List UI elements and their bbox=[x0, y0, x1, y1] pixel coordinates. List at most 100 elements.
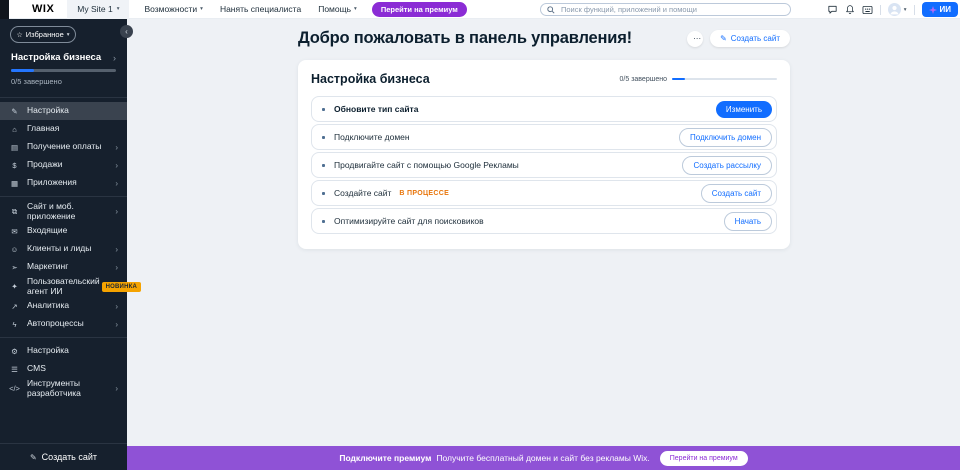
business-setup-summary[interactable]: Настройка бизнеса › 0/5 завершено bbox=[0, 50, 127, 93]
page-header: Добро пожаловать в панель управления! ⋯ … bbox=[298, 29, 790, 48]
sidebar-item-label: Сайт и моб. приложение bbox=[27, 202, 111, 221]
chevron-down-icon: ▾ bbox=[67, 32, 70, 38]
chevron-down-icon: ▾ bbox=[117, 6, 120, 12]
sidebar-divider bbox=[0, 196, 127, 197]
sidebar-item-apps[interactable]: ▦Приложения› bbox=[0, 174, 127, 192]
sidebar-item-marketing[interactable]: ➣Маркетинг› bbox=[0, 258, 127, 276]
sidebar-collapse-button[interactable]: ‹ bbox=[120, 25, 133, 38]
sidebar-item-label: Получение оплаты bbox=[27, 142, 111, 152]
avatar bbox=[888, 3, 901, 16]
site-menu-label: My Site 1 bbox=[77, 4, 112, 14]
setup-icon: ✎ bbox=[9, 107, 20, 116]
sidebar-item-label: Приложения bbox=[27, 178, 111, 188]
sidebar-item-label: Главная bbox=[27, 124, 118, 134]
sidebar-item-inbox[interactable]: ✉Входящие bbox=[0, 222, 127, 240]
card-title: Настройка бизнеса bbox=[311, 72, 430, 86]
business-setup-card: Настройка бизнеса 0/5 завершено Обновите… bbox=[298, 60, 790, 249]
card-progress-bar bbox=[672, 78, 777, 81]
sidebar-item-sales[interactable]: $Продажи› bbox=[0, 156, 127, 174]
favorites-button[interactable]: ☆ Избранное ▾ bbox=[10, 26, 76, 43]
ai-agent-icon: ✦ bbox=[9, 282, 20, 291]
divider bbox=[914, 5, 915, 15]
chevron-right-icon: › bbox=[115, 302, 118, 311]
task-button-connect-domain[interactable]: Подключить домен bbox=[679, 128, 772, 147]
task-list: Обновите тип сайтаИзменитьПодключите дом… bbox=[311, 96, 777, 234]
sidebar-item-label: Аналитика bbox=[27, 301, 111, 311]
chevron-down-icon: ▾ bbox=[904, 7, 907, 13]
person-icon bbox=[888, 3, 901, 16]
chat-button[interactable] bbox=[827, 4, 838, 15]
contacts-icon: ☺ bbox=[9, 245, 20, 254]
sidebar-divider bbox=[0, 97, 127, 98]
premium-banner: Подключите премиум Получите бесплатный д… bbox=[127, 446, 960, 470]
sidebar-item-label: Инструменты разработчика bbox=[27, 379, 111, 398]
sidebar-item-label: Клиенты и лиды bbox=[27, 244, 111, 254]
chevron-right-icon: › bbox=[115, 384, 118, 393]
sidebar-item-home[interactable]: ⌂ Главная bbox=[0, 120, 127, 138]
nav-features[interactable]: Возможности▾ bbox=[144, 4, 202, 14]
sidebar-item-payments[interactable]: ▤ Получение оплаты › bbox=[0, 138, 127, 156]
settings-icon: ⚙ bbox=[9, 347, 20, 356]
setup-progress-label: 0/5 завершено bbox=[11, 77, 116, 86]
task-button-update-site-type[interactable]: Изменить bbox=[716, 101, 772, 118]
nav-help[interactable]: Помощь▾ bbox=[318, 4, 357, 14]
sidebar-item-label: Маркетинг bbox=[27, 262, 111, 272]
ai-label: ИИ bbox=[940, 5, 952, 14]
search-box[interactable] bbox=[540, 3, 791, 16]
sidebar-item-dev-tools[interactable]: </>Инструменты разработчика› bbox=[0, 378, 127, 399]
sidebar-divider bbox=[0, 337, 127, 338]
sidebar-create-site-button[interactable]: ✎ Создать сайт bbox=[0, 444, 127, 470]
task-button-google-ads[interactable]: Создать рассылку bbox=[682, 156, 772, 175]
banner-title: Подключите премиум bbox=[339, 453, 431, 463]
sidebar-item-ai-agent[interactable]: ✦Пользовательский агент ИИНОВИНКА bbox=[0, 276, 127, 297]
task-row-google-ads: Продвигайте сайт с помощью Google Реклам… bbox=[311, 152, 777, 178]
topbar: WIX My Site 1 ▾ Возможности▾ Нанять специ… bbox=[0, 0, 960, 19]
bullet-icon bbox=[322, 136, 325, 139]
create-site-label: Создать сайт bbox=[731, 34, 780, 43]
sidebar-item-contacts[interactable]: ☺Клиенты и лиды› bbox=[0, 240, 127, 258]
task-row-seo: Оптимизируйте сайт для поисковиков Начать bbox=[311, 208, 777, 234]
bullet-icon bbox=[322, 192, 325, 195]
sidebar-item-automations[interactable]: ϟАвтопроцессы› bbox=[0, 315, 127, 333]
apps-button[interactable] bbox=[862, 5, 873, 15]
sidebar-item-label: Настройка bbox=[27, 346, 118, 356]
nav-hire-professional[interactable]: Нанять специалиста bbox=[220, 4, 301, 14]
task-button-create-site[interactable]: Создать сайт bbox=[701, 184, 772, 203]
banner-premium-button[interactable]: Перейти на премиум bbox=[660, 451, 748, 466]
topbar-actions: ▾ ИИ bbox=[827, 0, 960, 19]
chevron-down-icon: ▾ bbox=[354, 6, 357, 12]
star-icon: ☆ bbox=[16, 31, 22, 39]
chevron-right-icon: › bbox=[115, 143, 118, 152]
header-create-site-button[interactable]: ✎ Создать сайт bbox=[710, 30, 790, 47]
chevron-right-icon: › bbox=[115, 161, 118, 170]
sidebar-item-settings[interactable]: ⚙ Настройка bbox=[0, 342, 127, 360]
page-title: Добро пожаловать в панель управления! bbox=[298, 29, 632, 48]
sidebar-item-label: Пользовательский агент ИИ bbox=[27, 277, 100, 296]
wix-logo[interactable]: WIX bbox=[32, 3, 54, 15]
more-actions-button[interactable]: ⋯ bbox=[687, 31, 703, 47]
setup-title: Настройка бизнеса bbox=[11, 52, 101, 63]
task-button-seo[interactable]: Начать bbox=[724, 212, 772, 231]
task-status: В ПРОЦЕССЕ bbox=[399, 190, 449, 197]
sidebar-item-label: Настройка bbox=[27, 106, 118, 116]
sidebar-item-site-mobile[interactable]: ⧉Сайт и моб. приложение› bbox=[0, 201, 127, 222]
site-menu[interactable]: My Site 1 ▾ bbox=[67, 0, 129, 19]
account-menu[interactable]: ▾ bbox=[888, 3, 907, 16]
task-label: Создайте сайт bbox=[334, 188, 391, 198]
ai-assistant-button[interactable]: ИИ bbox=[922, 2, 959, 17]
pencil-icon: ✎ bbox=[30, 453, 37, 462]
sidebar-item-cms[interactable]: ☰CMS bbox=[0, 360, 127, 378]
marketing-icon: ➣ bbox=[9, 263, 20, 272]
inbox-icon: ✉ bbox=[9, 227, 20, 236]
chevron-down-icon: ▾ bbox=[200, 6, 203, 12]
search-input[interactable] bbox=[559, 4, 784, 15]
sidebar: ‹ ☆ Избранное ▾ Настройка бизнеса › 0/5 … bbox=[0, 19, 127, 470]
home-icon: ⌂ bbox=[9, 125, 20, 134]
window-edge bbox=[0, 0, 9, 19]
upgrade-premium-button[interactable]: Перейти на премиум bbox=[372, 2, 467, 17]
task-label: Оптимизируйте сайт для поисковиков bbox=[334, 216, 484, 226]
notifications-button[interactable] bbox=[845, 4, 855, 15]
sidebar-item-analytics[interactable]: ↗Аналитика› bbox=[0, 297, 127, 315]
payments-icon: ▤ bbox=[9, 143, 20, 152]
sidebar-item-setup[interactable]: ✎ Настройка bbox=[0, 102, 127, 120]
